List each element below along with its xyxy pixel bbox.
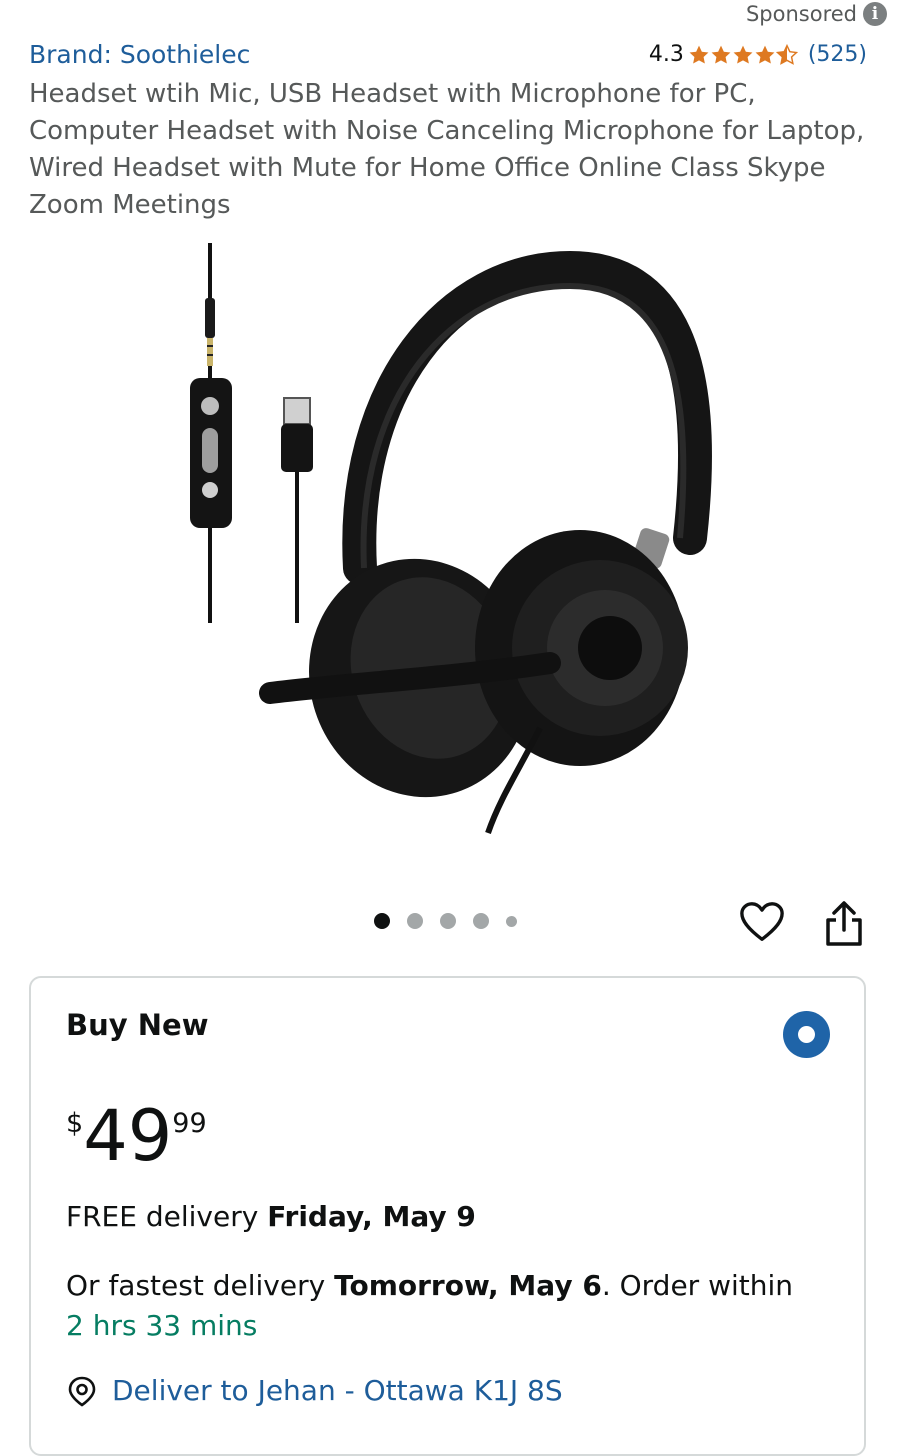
star-half-icon	[775, 43, 798, 65]
deliver-to-link[interactable]: Deliver to Jehan - Ottawa K1J 8S	[66, 1374, 563, 1407]
fastest-date: Tomorrow, May 6	[334, 1269, 602, 1302]
star-rating	[688, 43, 798, 66]
carousel-dot[interactable]	[374, 913, 390, 929]
sponsored-text: Sponsored	[745, 2, 857, 26]
location-pin-icon	[68, 1376, 96, 1407]
price-symbol: $	[66, 1108, 84, 1139]
price-whole: 49	[83, 1095, 173, 1177]
buy-new-title: Buy New	[66, 1008, 209, 1042]
star-icon	[711, 45, 731, 64]
delivery-date: Friday, May 9	[267, 1200, 476, 1233]
free-delivery-info: FREE delivery Friday, May 9	[66, 1200, 476, 1233]
product-title[interactable]: Headset wtih Mic, USB Headset with Micro…	[29, 76, 874, 224]
radio-selected-indicator	[798, 1026, 815, 1043]
share-icon[interactable]	[822, 900, 866, 948]
brand-rating-row: Brand: Soothielec 4.3 (525)	[29, 40, 867, 69]
info-icon[interactable]: i	[863, 2, 887, 26]
star-icon	[755, 45, 775, 64]
image-carousel-dots[interactable]	[374, 913, 517, 929]
buy-new-card[interactable]: Buy New $ 49 99 FREE delivery Friday, Ma…	[29, 976, 866, 1456]
deliver-to-text: Deliver to Jehan - Ottawa K1J 8S	[112, 1374, 563, 1407]
buy-new-radio[interactable]	[783, 1011, 830, 1058]
price: $ 49 99	[66, 1096, 207, 1176]
price-fraction: 99	[172, 1108, 207, 1139]
order-countdown: 2 hrs 33 mins	[66, 1309, 258, 1342]
delivery-prefix: FREE delivery	[66, 1200, 268, 1233]
star-icon	[689, 45, 709, 64]
brand-link[interactable]: Brand: Soothielec	[29, 40, 250, 69]
rating-count: (525)	[807, 42, 867, 67]
sponsored-label[interactable]: Sponsored i	[746, 2, 887, 26]
fastest-suffix: . Order within	[601, 1269, 794, 1302]
carousel-dot[interactable]	[407, 913, 423, 929]
star-icon	[733, 45, 753, 64]
heart-icon[interactable]	[739, 900, 785, 946]
fastest-prefix: Or fastest delivery	[66, 1269, 335, 1302]
carousel-dot[interactable]	[440, 913, 456, 929]
rating-summary[interactable]: 4.3 (525)	[649, 42, 867, 67]
carousel-dot[interactable]	[473, 913, 489, 929]
fastest-delivery-info: Or fastest delivery Tomorrow, May 6. Ord…	[66, 1266, 846, 1346]
rating-value: 4.3	[648, 42, 684, 67]
product-image[interactable]	[150, 238, 750, 838]
carousel-dot[interactable]	[506, 915, 517, 927]
